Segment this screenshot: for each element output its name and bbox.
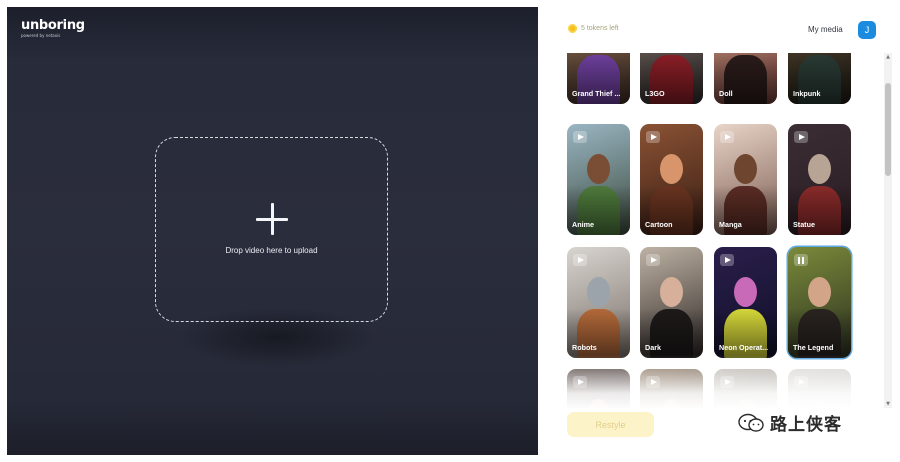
style-card[interactable]: Grand Thief ... bbox=[567, 53, 630, 104]
style-card-label: Dark bbox=[645, 343, 661, 352]
style-panel: 5 tokens left My media J Grand Thief ...… bbox=[538, 0, 900, 462]
pause-icon[interactable] bbox=[794, 254, 808, 266]
play-icon[interactable] bbox=[794, 131, 808, 143]
style-card[interactable] bbox=[788, 369, 851, 408]
plus-icon bbox=[256, 203, 288, 235]
style-card-label: Neon Operat... bbox=[719, 343, 769, 352]
style-card[interactable]: Neon Operat... bbox=[714, 247, 777, 358]
card-figure-head bbox=[808, 399, 831, 408]
style-card-label: Cartoon bbox=[645, 220, 673, 229]
restyle-button[interactable]: Restyle bbox=[567, 412, 654, 437]
card-figure-head bbox=[587, 154, 610, 184]
card-figure-head bbox=[660, 154, 683, 184]
style-card[interactable]: The Legend bbox=[788, 247, 851, 358]
card-figure-head bbox=[660, 277, 683, 307]
token-counter: 5 tokens left bbox=[568, 24, 619, 33]
scroll-up-icon[interactable]: ▲ bbox=[885, 54, 891, 60]
wechat-icon bbox=[738, 413, 764, 432]
style-card-label: Manga bbox=[719, 220, 742, 229]
play-icon[interactable] bbox=[646, 376, 660, 388]
card-figure-head bbox=[734, 277, 757, 307]
app-logo[interactable]: unboring powered by netaxis bbox=[21, 18, 85, 39]
style-card-label: Inkpunk bbox=[793, 89, 821, 98]
card-figure-head bbox=[587, 399, 610, 408]
card-figure-head bbox=[734, 154, 757, 184]
style-grid: Grand Thief ... L3GO Doll Inkpunk Anime Carto… bbox=[567, 53, 887, 408]
scrollbar-thumb[interactable] bbox=[885, 83, 891, 176]
play-icon[interactable] bbox=[646, 254, 660, 266]
card-figure-head bbox=[808, 154, 831, 184]
play-icon[interactable] bbox=[573, 131, 587, 143]
style-card-label: The Legend bbox=[793, 343, 834, 352]
style-card[interactable] bbox=[640, 369, 703, 408]
play-icon[interactable] bbox=[720, 254, 734, 266]
app-window: unboring powered by netaxis Drop video h… bbox=[0, 0, 900, 462]
style-card[interactable]: L3GO bbox=[640, 53, 703, 104]
play-icon[interactable] bbox=[794, 376, 808, 388]
style-card-label: Robots bbox=[572, 343, 597, 352]
scroll-down-icon[interactable]: ▼ bbox=[885, 401, 891, 407]
style-card-label: Statue bbox=[793, 220, 815, 229]
style-card[interactable] bbox=[714, 369, 777, 408]
style-card[interactable]: Robots bbox=[567, 247, 630, 358]
style-card[interactable]: Anime bbox=[567, 124, 630, 235]
style-card-label: Doll bbox=[719, 89, 733, 98]
card-figure-head bbox=[808, 277, 831, 307]
card-figure-head bbox=[660, 399, 683, 408]
my-media-link[interactable]: My media bbox=[808, 25, 843, 34]
style-card[interactable]: Inkpunk bbox=[788, 53, 851, 104]
upload-panel: unboring powered by netaxis Drop video h… bbox=[7, 7, 538, 455]
play-icon[interactable] bbox=[573, 254, 587, 266]
style-card[interactable]: Statue bbox=[788, 124, 851, 235]
style-card-label: Anime bbox=[572, 220, 594, 229]
logo-subtitle: powered by netaxis bbox=[21, 33, 61, 38]
style-card-label: Grand Thief ... bbox=[572, 89, 621, 98]
style-card[interactable]: Dark bbox=[640, 247, 703, 358]
coin-icon bbox=[568, 24, 577, 33]
card-figure-head bbox=[734, 399, 757, 408]
style-card[interactable] bbox=[567, 369, 630, 408]
style-card[interactable]: Cartoon bbox=[640, 124, 703, 235]
play-icon[interactable] bbox=[720, 131, 734, 143]
card-figure-head bbox=[587, 277, 610, 307]
play-icon[interactable] bbox=[573, 376, 587, 388]
watermark-text: 路上侠客 bbox=[770, 415, 842, 435]
style-card[interactable]: Manga bbox=[714, 124, 777, 235]
tokens-left-text: 5 tokens left bbox=[581, 25, 619, 32]
dropzone-text: Drop video here to upload bbox=[225, 246, 318, 255]
style-card-label: L3GO bbox=[645, 89, 665, 98]
user-avatar[interactable]: J bbox=[858, 21, 876, 39]
watermark: 路上侠客 bbox=[738, 410, 842, 435]
play-icon[interactable] bbox=[646, 131, 660, 143]
style-card[interactable]: Doll bbox=[714, 53, 777, 104]
logo-title: unboring bbox=[21, 18, 85, 33]
play-icon[interactable] bbox=[720, 376, 734, 388]
video-dropzone[interactable]: Drop video here to upload bbox=[155, 137, 388, 322]
